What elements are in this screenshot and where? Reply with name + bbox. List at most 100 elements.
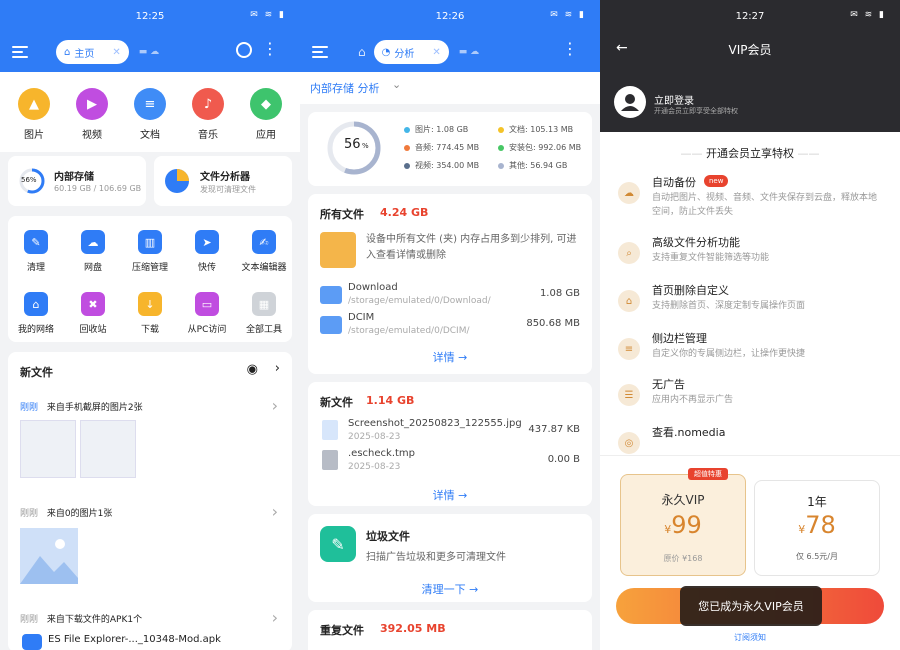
screenshot-thumb[interactable] [20,420,76,478]
window-icon[interactable]: ▬ ☁ [139,47,159,57]
privilege-desc: 支持删除首页、深度定制专属操作页面 [652,301,806,311]
clean-now-button[interactable]: 清理一下 → [308,578,592,597]
plan-lifetime[interactable]: 永久VIP ¥99 原价 ¥168 [620,474,746,576]
eye-icon[interactable]: ◉ [247,362,258,377]
tool-6[interactable]: ✖ 回收站 [63,292,123,335]
legend-label: 安装包: 992.06 MB [509,143,582,152]
privilege-title: 无广告 [652,378,685,391]
legend-dot [404,126,410,133]
image-thumb[interactable] [20,528,78,584]
category-4[interactable]: ◆ 应用 [238,88,294,141]
group-desc: 来自手机截屏的图片2张 [46,403,143,413]
status-bar: 12:26 ✉ ≋ ▮ [300,0,600,32]
new-files-details-link[interactable]: 详情 → [308,484,592,503]
category-1[interactable]: ▶ 视频 [64,88,120,141]
group-2[interactable]: 刚刚 来自0的图片1张 [20,506,112,519]
privilege-icon: ⌂ [618,290,640,312]
folder-path: /storage/emulated/0/DCIM/ [348,326,470,336]
screenshot-thumb[interactable] [80,420,136,478]
new-files-size: 1.14 GB [366,394,415,407]
analysis-header[interactable]: 内部存储 分析 ⌄ [300,72,600,104]
analyzer-title: 文件分析器 [200,172,250,183]
group-3[interactable]: 刚刚 来自下载文件的APK1个 [20,612,142,625]
privilege-item: ≡ 侧边栏管理 自定义你的专属侧边栏，让操作更快捷 [618,330,886,370]
folder-row[interactable]: DCIM/storage/emulated/0/DCIM/850.68 MB [308,312,592,340]
folder-path: /storage/emulated/0/Download/ [348,296,491,306]
apk-name[interactable]: ES File Explorer-..._10348-Mod.apk [48,634,221,645]
chevron-right-icon[interactable]: › [275,361,280,376]
file-size: 0.00 B [547,454,580,465]
category-label: 应用 [256,130,276,141]
menu-icon[interactable] [12,46,28,58]
category-label: 图片 [24,130,44,141]
group-time: 刚刚 [20,509,39,519]
more-icon[interactable]: ⋮ [262,41,278,57]
tool-2[interactable]: ▥ 压缩管理 [120,230,180,273]
chevron-right-icon[interactable]: › [272,502,278,521]
vip-title: VIP会员 [728,43,772,57]
tool-3[interactable]: ➤ 快传 [177,230,237,273]
file-name: .escheck.tmp [348,448,416,459]
text-editor-icon: ✍ [252,230,276,254]
legend-label: 音频: 774.45 MB [415,143,480,152]
folder-name: DCIM [348,312,375,323]
menu-icon[interactable] [312,46,328,58]
tool-4[interactable]: ✍ 文本编辑器 [234,230,294,273]
tool-label: 文本编辑器 [241,263,287,273]
tab-analysis[interactable]: ◔ 分析 ✕ [373,40,449,64]
tool-1[interactable]: ☁ 网盘 [63,230,123,273]
group-desc: 来自0的图片1张 [46,509,113,519]
tool-8[interactable]: ▭ 从PC访问 [177,292,237,335]
legend-label: 其他: 56.94 GB [509,161,568,170]
download-icon: ↓ [138,292,162,316]
status-icons: ✉ ≋ ▮ [250,10,286,20]
privilege-item: ⌂ 首页删除自定义 支持删除首页、深度定制专属操作页面 [618,282,886,322]
home-icon[interactable]: ⌂ [358,45,366,59]
tab-home[interactable]: ⌂ 主页 ✕ [56,40,129,64]
duplicate-files-card[interactable]: 重复文件 392.05 MB [308,610,592,650]
home-icon: ⌂ [64,46,71,58]
tab-analysis-label: 分析 [394,48,415,60]
folder-row[interactable]: Download/storage/emulated/0/Download/1.0… [308,282,592,310]
analysis-screen: 12:26 ✉ ≋ ▮ ⌂ ◔ 分析 ✕ ▬ ☁ ⋮ 内部存储 分析 ⌄ 56 … [300,0,600,650]
avatar[interactable] [614,86,646,118]
window-icon[interactable]: ▬ ☁ [459,47,479,57]
privilege-title: 侧边栏管理 [652,332,707,345]
more-icon[interactable]: ⋮ [562,41,578,57]
login-subtitle: 开通会员立即享受全部特权 [654,107,738,115]
file-row[interactable]: Screenshot_20250823_122555.jpg 2025-08-23… [308,418,592,446]
group-1[interactable]: 刚刚 来自手机截屏的图片2张 [20,400,143,413]
plan-name: 永久VIP [661,493,705,507]
login-link[interactable]: 立即登录 [654,92,694,107]
file-row[interactable]: .escheck.tmp 2025-08-23 0.00 B [308,448,592,476]
tool-label: 回收站 [79,325,107,335]
analyzer-card[interactable]: 文件分析器 发现可清理文件 [154,156,292,206]
category-3[interactable]: ♪ 音乐 [180,88,236,141]
privilege-title: 查看.nomedia [652,426,726,439]
status-icons: ✉ ≋ ▮ [850,10,886,20]
tool-5[interactable]: ⌂ 我的网络 [6,292,66,335]
tool-7[interactable]: ↓ 下载 [120,292,180,335]
chevron-right-icon[interactable]: › [272,396,278,415]
category-2[interactable]: ≡ 文档 [122,88,178,141]
pie-chart-icon: ◔ [381,46,391,58]
plan-price: ¥78 [755,511,879,539]
group-time: 刚刚 [20,403,39,413]
search-icon[interactable] [236,42,252,58]
chevron-right-icon[interactable]: › [272,608,278,627]
file-name: Screenshot_20250823_122555.jpg [348,418,522,429]
close-tab-icon[interactable]: ✕ [112,47,120,58]
close-tab-icon[interactable]: ✕ [432,47,440,58]
subscription-terms-link[interactable]: 订阅须知 [600,632,900,643]
tool-label: 压缩管理 [131,263,168,273]
tool-0[interactable]: ✎ 清理 [6,230,66,273]
all-files-details-link[interactable]: 详情 → [308,346,592,365]
legend-item: 图片: 1.08 GB [404,124,468,135]
tool-9[interactable]: ▦ 全部工具 [234,292,294,335]
privilege-title: 高级文件分析功能 [652,236,740,249]
chevron-down-icon[interactable]: ⌄ [392,78,401,91]
tab-home-label: 主页 [74,48,95,60]
storage-card[interactable]: 56% 内部存储 60.19 GB / 106.69 GB [8,156,146,206]
plan-yearly[interactable]: 1年 ¥78 仅 6.5元/月 [754,480,880,576]
category-0[interactable]: ▲ 图片 [6,88,62,141]
